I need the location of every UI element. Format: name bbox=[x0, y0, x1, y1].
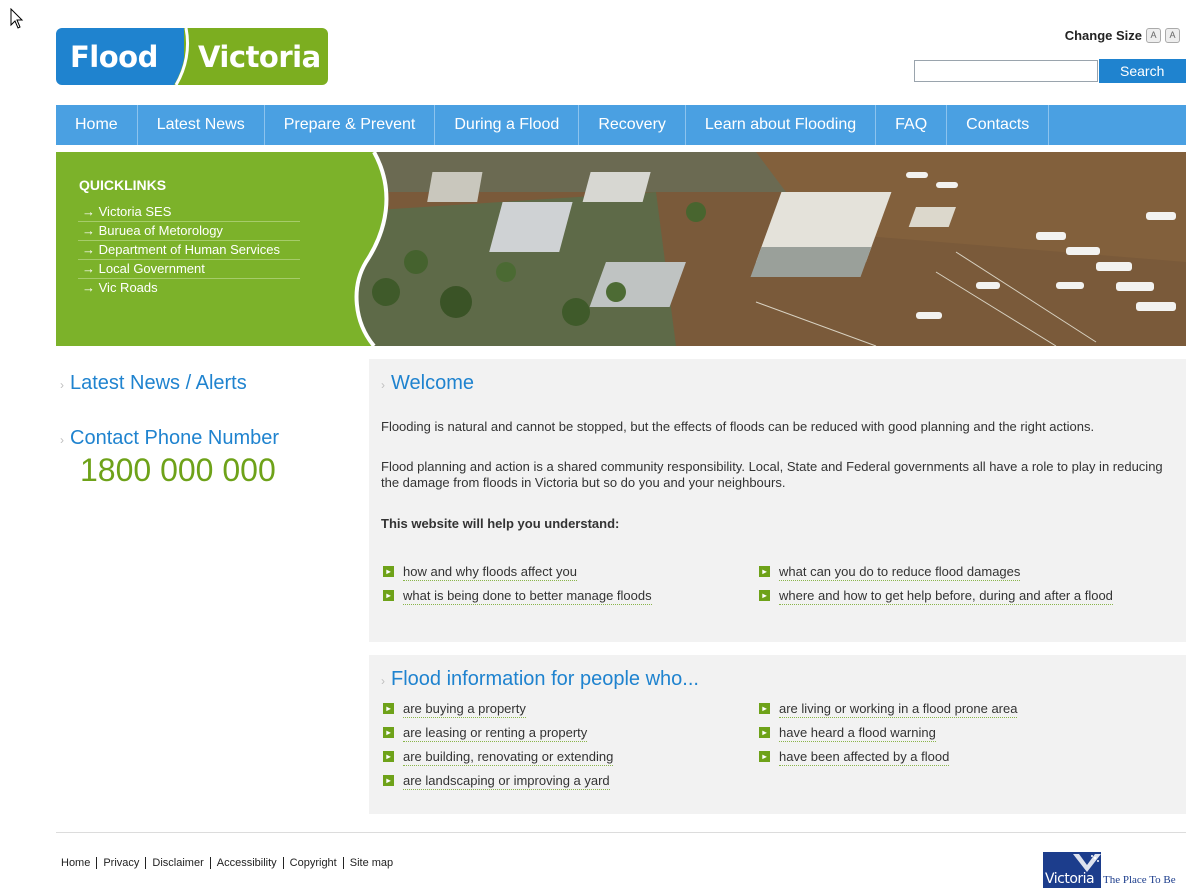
footer-link-privacy[interactable]: Privacy bbox=[97, 857, 147, 869]
change-size-control: Change Size A A bbox=[1065, 28, 1180, 43]
help-list-left: ▸ how and why floods affect you ▸ what is … bbox=[381, 564, 741, 612]
help-link[interactable]: ▸ where and how to get help before, durin… bbox=[757, 588, 1127, 605]
help-link[interactable]: ▸ how and why floods affect you bbox=[381, 564, 741, 581]
flood-info-link[interactable]: ▸ have been affected by a flood bbox=[757, 749, 1137, 766]
text-size-large-button[interactable]: A bbox=[1165, 28, 1180, 43]
quicklink-item[interactable]: → Victoria SES bbox=[78, 203, 300, 222]
flood-info-link[interactable]: ▸ are building, renovating or extending bbox=[381, 749, 741, 766]
bullet-arrow-icon: ▸ bbox=[383, 775, 394, 786]
chevron-right-icon: › bbox=[381, 674, 385, 688]
quicklink-item[interactable]: → Vic Roads bbox=[78, 279, 300, 297]
nav-recovery[interactable]: Recovery bbox=[579, 105, 686, 145]
contact-phone-number: 1800 000 000 bbox=[80, 452, 276, 488]
victoria-v-star-icon bbox=[1073, 854, 1101, 872]
quicklink-item[interactable]: → Buruea of Metorology bbox=[78, 222, 300, 241]
quicklink-item[interactable]: → Local Government bbox=[78, 260, 300, 279]
footer-link-copyright[interactable]: Copyright bbox=[284, 857, 344, 869]
bullet-arrow-icon: ▸ bbox=[383, 566, 394, 577]
flood-info-list-right: ▸ are living or working in a flood prone … bbox=[757, 701, 1137, 773]
bullet-arrow-icon: ▸ bbox=[759, 727, 770, 738]
change-size-label: Change Size bbox=[1064, 28, 1142, 43]
arrow-right-icon: → bbox=[82, 242, 99, 257]
bullet-arrow-icon: ▸ bbox=[383, 590, 394, 601]
quicklink-item[interactable]: → Department of Human Services bbox=[78, 241, 300, 260]
victoria-tagline: The Place To Be bbox=[1103, 874, 1176, 886]
flood-victoria-logo[interactable]: Flood Victoria bbox=[56, 28, 328, 85]
logo-word-flood: Flood bbox=[70, 40, 158, 74]
flood-info-link[interactable]: ▸ are buying a property bbox=[381, 701, 741, 718]
arrow-right-icon: → bbox=[82, 280, 99, 295]
footer-link-home[interactable]: Home bbox=[61, 857, 98, 869]
bullet-arrow-icon: ▸ bbox=[759, 703, 770, 714]
mouse-cursor-icon bbox=[10, 8, 24, 29]
main-navigation: Home Latest News Prepare & Prevent Durin… bbox=[56, 105, 1186, 145]
flood-info-link[interactable]: ▸ are landscaping or improving a yard bbox=[381, 773, 741, 790]
logo-word-victoria: Victoria bbox=[198, 40, 321, 74]
nav-prepare-prevent[interactable]: Prepare & Prevent bbox=[265, 105, 436, 145]
arrow-right-icon: → bbox=[82, 261, 99, 276]
flood-info-link[interactable]: ▸ are leasing or renting a property bbox=[381, 725, 741, 742]
text-size-small-button[interactable]: A bbox=[1146, 28, 1161, 43]
bullet-arrow-icon: ▸ bbox=[383, 703, 394, 714]
help-link[interactable]: ▸ what can you do to reduce flood damages bbox=[757, 564, 1127, 581]
victoria-government-logo[interactable]: Victoria The Place To Be bbox=[1043, 852, 1186, 888]
logo-slash-icon bbox=[174, 28, 200, 85]
footer-links: Home Privacy Disclaimer Accessibility Co… bbox=[61, 857, 399, 869]
footer-link-site-map[interactable]: Site map bbox=[344, 857, 399, 869]
welcome-heading: › Welcome bbox=[381, 372, 474, 394]
footer-link-disclaimer[interactable]: Disclaimer bbox=[146, 857, 211, 869]
search-button[interactable]: Search bbox=[1099, 59, 1186, 83]
nav-contacts[interactable]: Contacts bbox=[947, 105, 1050, 145]
nav-faq[interactable]: FAQ bbox=[876, 105, 948, 145]
bullet-arrow-icon: ▸ bbox=[759, 566, 770, 577]
footer-link-accessibility[interactable]: Accessibility bbox=[211, 857, 284, 869]
arrow-right-icon: → bbox=[82, 223, 99, 238]
nav-during-a-flood[interactable]: During a Flood bbox=[435, 105, 580, 145]
quicklinks-title: QUICKLINKS bbox=[79, 177, 167, 193]
bullet-arrow-icon: ▸ bbox=[383, 727, 394, 738]
search-input[interactable] bbox=[914, 60, 1098, 82]
footer-divider bbox=[56, 832, 1186, 833]
flood-info-list-left: ▸ are buying a property ▸ are leasing or r… bbox=[381, 701, 741, 797]
bullet-arrow-icon: ▸ bbox=[383, 751, 394, 762]
bullet-arrow-icon: ▸ bbox=[759, 751, 770, 762]
flood-info-link[interactable]: ▸ have heard a flood warning bbox=[757, 725, 1137, 742]
latest-news-alerts-link[interactable]: › Latest News / Alerts bbox=[60, 372, 247, 395]
help-heading: This website will help you understand: bbox=[381, 516, 620, 531]
arrow-right-icon: → bbox=[82, 204, 99, 219]
flood-info-link[interactable]: ▸ are living or working in a flood prone … bbox=[757, 701, 1137, 718]
chevron-right-icon: › bbox=[381, 378, 385, 392]
chevron-right-icon: › bbox=[60, 378, 64, 392]
hero-banner: QUICKLINKS → Victoria SES → Buruea of Me… bbox=[56, 152, 1186, 346]
welcome-panel: › Welcome Flooding is natural and cannot … bbox=[369, 359, 1186, 642]
welcome-paragraph-2: Flood planning and action is a shared co… bbox=[381, 459, 1163, 490]
victoria-logo-word: Victoria bbox=[1045, 871, 1095, 887]
help-link[interactable]: ▸ what is being done to better manage flo… bbox=[381, 588, 741, 605]
quicklinks-list: → Victoria SES → Buruea of Metorology → … bbox=[78, 203, 300, 297]
help-list-right: ▸ what can you do to reduce flood damages… bbox=[757, 564, 1127, 612]
nav-latest-news[interactable]: Latest News bbox=[138, 105, 265, 145]
flood-information-heading: › Flood information for people who... bbox=[381, 668, 699, 690]
welcome-paragraph-1: Flooding is natural and cannot be stoppe… bbox=[381, 419, 1095, 434]
nav-learn-about-flooding[interactable]: Learn about Flooding bbox=[686, 105, 877, 145]
chevron-right-icon: › bbox=[60, 433, 64, 447]
bullet-arrow-icon: ▸ bbox=[759, 590, 770, 601]
contact-phone-heading: › Contact Phone Number bbox=[60, 427, 280, 449]
flood-information-panel: › Flood information for people who... ▸ ar… bbox=[369, 655, 1186, 814]
nav-home[interactable]: Home bbox=[56, 105, 138, 145]
